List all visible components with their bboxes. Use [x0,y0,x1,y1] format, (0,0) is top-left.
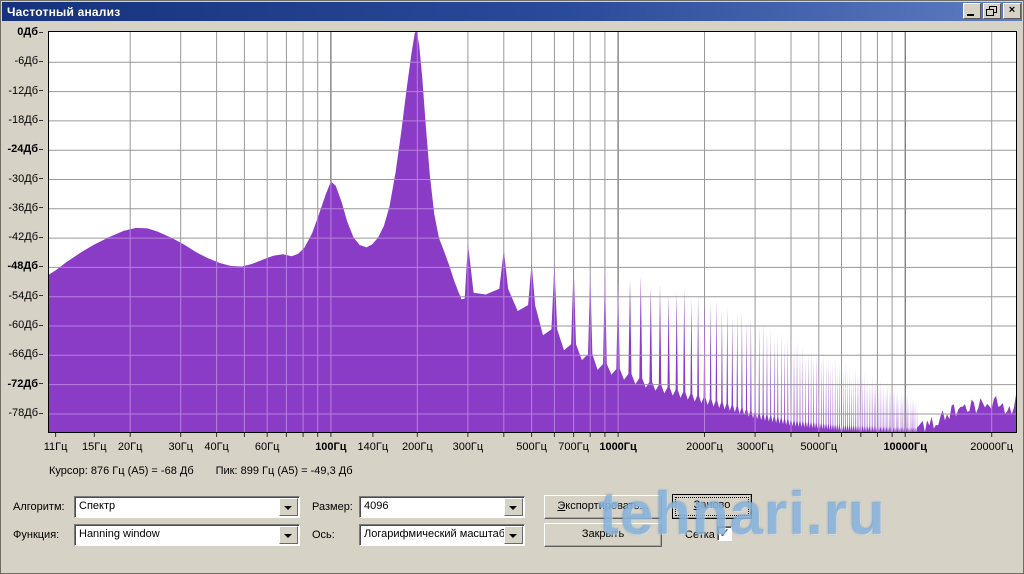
spectrum-plot[interactable] [48,31,1017,438]
axis-value: Логарифмический масштаб [364,528,505,540]
y-axis-label: -24Дб [1,143,43,157]
cursor-readout: Курсор: 876 Гц (A5) = -68 Дб [49,465,194,477]
algorithm-select[interactable]: Спектр [74,496,300,518]
status-readout: Курсор: 876 Гц (A5) = -68 Дб Пик: 899 Гц … [49,465,375,477]
y-axis-label: -6Дб [1,55,43,69]
y-axis-label: -42Дб [1,231,43,245]
y-axis-label: -12Дб [1,85,43,99]
peak-readout: Пик: 899 Гц (A5) = -49,3 Дб [216,465,353,477]
axis-select[interactable]: Логарифмический масштаб [359,524,525,546]
export-button[interactable]: Экспортировать... [544,495,662,519]
function-value: Hanning window [79,528,160,540]
minimize-icon [967,14,974,16]
size-dropdown-button[interactable] [504,498,523,516]
y-axis-label: -18Дб [1,114,43,128]
window-title: Частотный анализ [2,5,120,19]
axis-dropdown-button[interactable] [504,526,523,544]
redo-button[interactable]: Заново [672,494,752,519]
function-select[interactable]: Hanning window [74,524,300,546]
frequency-analysis-window: Частотный анализ × 0Дб -6Дб -12Дб -18Дб -24Д… [0,0,1024,574]
check-icon: ✓ [719,526,729,540]
y-axis-label: -78Дб [1,407,43,421]
grid-checkbox-label: Сетка [685,529,715,541]
x-axis-label: 20000Гц [952,441,1024,453]
function-label: Функция: [13,529,59,541]
watermark: tehnari.ru [599,479,1024,548]
size-value: 4096 [364,500,388,512]
y-axis-label: -48Дб [1,260,43,274]
size-select[interactable]: 4096 [359,496,525,518]
y-axis-label: -30Дб [1,173,43,187]
x-axis-label: 1000Гц [578,441,658,453]
y-axis-label: -60Дб [1,319,43,333]
algorithm-label: Алгоритм: [13,501,65,513]
y-axis-label: -66Дб [1,348,43,362]
chevron-down-icon [284,506,292,510]
chevron-down-icon [509,506,517,510]
chevron-down-icon [284,534,292,538]
close-icon: × [1009,4,1015,16]
y-axis-label: -36Дб [1,202,43,216]
y-axis-label: 0Дб [1,26,43,40]
axis-label: Ось: [312,529,335,541]
grid-checkbox[interactable]: ✓ [717,526,732,541]
close-button[interactable]: Закрыть [544,523,662,547]
size-label: Размер: [312,501,353,513]
x-axis-label: 5000Гц [779,441,859,453]
chevron-down-icon [509,534,517,538]
spectrum-svg[interactable] [48,31,1017,438]
algorithm-dropdown-button[interactable] [279,498,298,516]
function-dropdown-button[interactable] [279,526,298,544]
y-axis-label: -72Дб [1,378,43,392]
x-axis-label: 10000Гц [865,441,945,453]
y-axis-label: -54Дб [1,290,43,304]
minimize-button[interactable] [963,3,981,19]
close-window-button[interactable]: × [1003,3,1021,19]
title-bar[interactable]: Частотный анализ [2,2,1022,21]
restore-button[interactable] [983,3,1001,19]
algorithm-value: Спектр [79,500,115,512]
